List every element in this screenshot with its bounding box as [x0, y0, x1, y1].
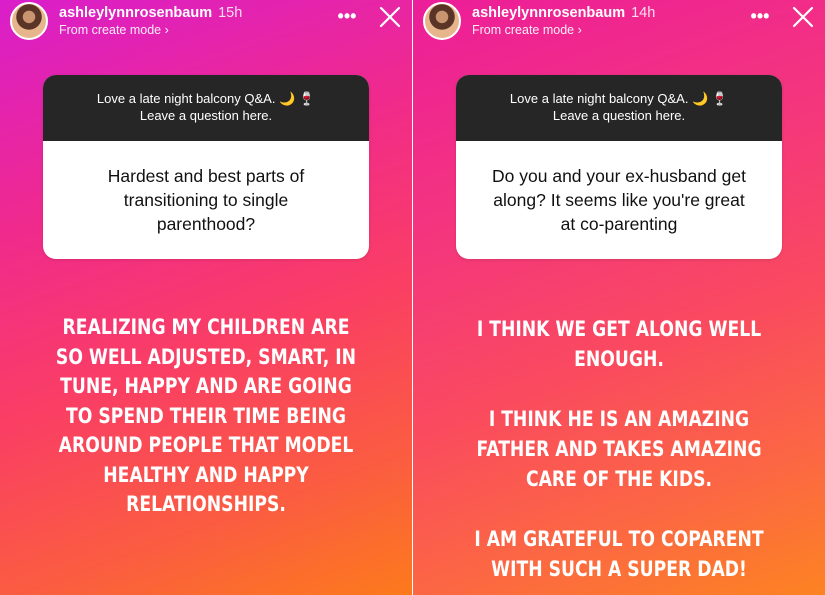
avatar[interactable] [10, 2, 48, 40]
create-mode-link[interactable]: From create mode › [59, 23, 169, 37]
more-options-icon[interactable]: ••• [749, 7, 771, 25]
moon-icon: 🌙 [692, 91, 709, 106]
sticker-prompt-line1: Love a late night balcony Q&A. [96, 91, 276, 106]
answer-paragraph-3: I AM GRATEFUL TO COPARENT WITH SUCH A SU… [474, 527, 764, 582]
close-icon[interactable] [378, 5, 402, 29]
question-sticker[interactable]: Love a late night balcony Q&A. 🌙 🍷 Leave… [456, 75, 782, 259]
username[interactable]: ashleylynnrosenbaum 15h [59, 5, 242, 21]
moon-icon: 🌙 [279, 91, 296, 106]
story-left: ashleylynnrosenbaum 15h From create mode … [0, 0, 412, 595]
username-text[interactable]: ashleylynnrosenbaum [59, 5, 212, 21]
sticker-prompt-line2: Leave a question here. [139, 108, 273, 123]
story-right: ashleylynnrosenbaum 14h From create mode … [413, 0, 825, 595]
create-mode-link[interactable]: From create mode › [472, 23, 582, 37]
sticker-prompt-line2: Leave a question here. [552, 108, 686, 123]
answer-paragraph-1: I THINK WE GET ALONG WELL ENOUGH. [476, 317, 762, 372]
sticker-prompt: Love a late night balcony Q&A. 🌙 🍷 Leave… [456, 75, 782, 141]
timestamp: 15h [218, 5, 243, 21]
answer-text: REALIZING MY CHILDREN ARE SO WELL ADJUST… [49, 313, 363, 520]
question-text: Hardest and best parts of transitioning … [107, 166, 305, 234]
answer-paragraph-2: I THINK HE IS AN AMAZING FATHER AND TAKE… [476, 407, 762, 492]
story-header: ashleylynnrosenbaum 14h From create mode … [423, 2, 815, 42]
question-text: Do you and your ex-husband get along? It… [492, 166, 746, 234]
timestamp: 14h [631, 5, 656, 21]
sticker-prompt-line1: Love a late night balcony Q&A. [509, 91, 689, 106]
story-comparison: ashleylynnrosenbaum 15h From create mode … [0, 0, 825, 595]
username-text[interactable]: ashleylynnrosenbaum [472, 5, 625, 21]
question-sticker[interactable]: Love a late night balcony Q&A. 🌙 🍷 Leave… [43, 75, 369, 259]
wine-glass-icon: 🍷 [298, 91, 316, 106]
username[interactable]: ashleylynnrosenbaum 14h [472, 5, 655, 21]
answer-text: I THINK WE GET ALONG WELL ENOUGH. I THIN… [462, 315, 776, 585]
close-icon[interactable] [791, 5, 815, 29]
more-options-icon[interactable]: ••• [336, 7, 358, 25]
avatar[interactable] [423, 2, 461, 40]
sticker-prompt: Love a late night balcony Q&A. 🌙 🍷 Leave… [43, 75, 369, 141]
story-header: ashleylynnrosenbaum 15h From create mode … [10, 2, 402, 42]
answer-paragraph: REALIZING MY CHILDREN ARE SO WELL ADJUST… [55, 315, 357, 517]
wine-glass-icon: 🍷 [711, 91, 729, 106]
